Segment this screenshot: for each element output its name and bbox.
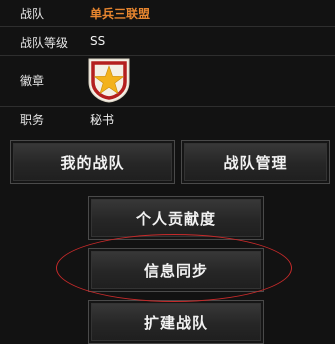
role-value: 秘书 [90,113,115,127]
star-shield-icon [88,58,130,103]
my-team-button[interactable]: 我的战队 [10,140,175,184]
info-sync-button[interactable]: 信息同步 [88,248,264,292]
team-label: 战队 [20,7,45,21]
build-team-button[interactable]: 扩建战队 [88,300,264,344]
team-row: 战队 单兵三联盟 [0,0,335,27]
badge-row: 徽章 [0,56,335,107]
contribution-button[interactable]: 个人贡献度 [88,196,264,240]
team-manage-button[interactable]: 战队管理 [181,140,330,184]
team-level-label: 战队等级 [20,36,69,50]
team-level-value: SS [90,34,106,48]
team-name: 单兵三联盟 [90,7,151,21]
role-row: 职务 秘书 [0,107,335,131]
badge-label: 徽章 [20,74,45,88]
role-label: 职务 [20,113,45,127]
team-level-row: 战队等级 SS [0,27,335,56]
